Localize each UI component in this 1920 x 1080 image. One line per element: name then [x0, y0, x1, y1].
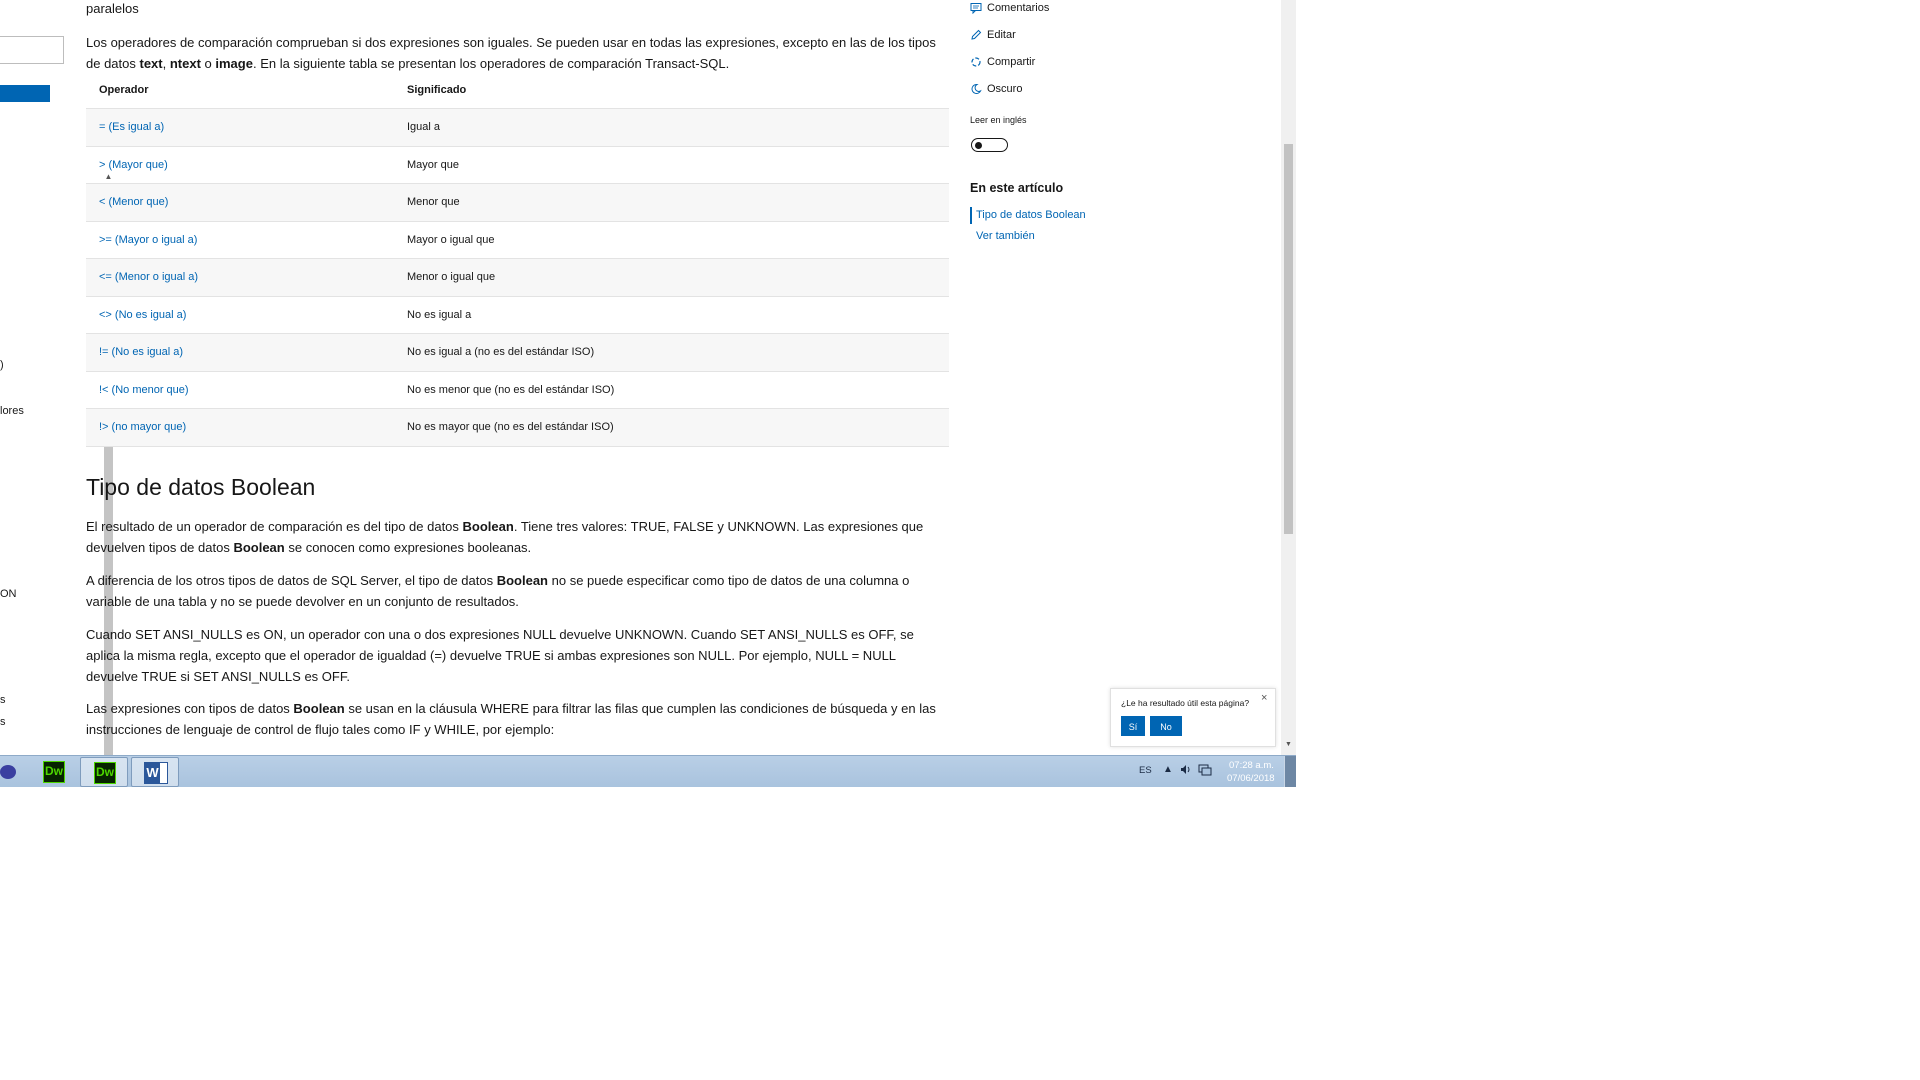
scroll-down-arrow-icon[interactable]: ▼ [1281, 741, 1296, 753]
left-nav: ▲ ▼ ) lores ON s s [0, 0, 113, 787]
comments-label: Comentarios [987, 2, 1050, 14]
toc-item-boolean[interactable]: Tipo de datos Boolean [976, 209, 1086, 221]
boolean-paragraph-1: El resultado de un operador de comparaci… [86, 519, 924, 555]
operator-meaning: Mayor que [394, 146, 949, 184]
feedback-no-button[interactable]: No [1150, 716, 1182, 736]
operator-link[interactable]: < (Menor que) [99, 196, 168, 208]
table-row: < (Menor que) Menor que [86, 183, 949, 222]
word-icon: W [144, 762, 168, 784]
dreamweaver-icon: Dw [43, 761, 65, 783]
nav-item-fragment[interactable]: ON [0, 588, 17, 600]
windows-taskbar: Dw Dw W ES ▲ 07:28 a.m. 07/06/2018 [0, 755, 1296, 787]
boolean-paragraph-4: Las expresiones con tipos de datos Boole… [86, 701, 936, 737]
nav-selected-item[interactable] [0, 85, 50, 102]
show-desktop-button[interactable] [1284, 756, 1296, 787]
operator-meaning: Menor que [394, 183, 949, 222]
taskbar-app-dreamweaver-active[interactable]: Dw [80, 757, 128, 787]
operator-link[interactable]: = (Es igual a) [99, 121, 164, 133]
network-icon[interactable] [1198, 764, 1212, 779]
section-heading: Tipo de datos Boolean [86, 474, 316, 500]
operator-link[interactable]: !< (No menor que) [99, 384, 189, 396]
paragraph-fragment: paralelos [86, 1, 139, 16]
nav-item-fragment[interactable]: ) [0, 359, 4, 371]
operator-link[interactable]: > (Mayor que) [99, 159, 168, 171]
nav-item-fragment[interactable]: lores [0, 405, 24, 417]
table-row: !< (No menor que) No es menor que (no es… [86, 371, 949, 409]
nav-item-fragment[interactable]: s [0, 694, 6, 706]
page-scrollbar-thumb[interactable] [1284, 144, 1293, 534]
edit-button[interactable]: Editar [970, 29, 1016, 41]
column-header: Significado [394, 72, 949, 109]
moon-icon [970, 83, 982, 95]
comment-icon [970, 2, 982, 15]
table-row: <= (Menor o igual a) Menor o igual que [86, 258, 949, 297]
taskbar-app-dreamweaver[interactable]: Dw [30, 757, 78, 787]
taskbar-app-word[interactable]: W [131, 757, 179, 787]
dreamweaver-icon: Dw [94, 762, 116, 784]
pencil-icon [970, 29, 982, 41]
comments-button[interactable]: Comentarios [970, 2, 1050, 15]
clock-time[interactable]: 07:28 a.m. [1229, 760, 1274, 771]
in-this-article-heading: En este artículo [970, 181, 1064, 195]
share-button[interactable]: Compartir [970, 56, 1035, 68]
read-in-english-label: Leer en inglés [970, 115, 1027, 125]
nav-item-fragment[interactable]: s [0, 716, 6, 728]
operator-meaning: No es igual a (no es del estándar ISO) [394, 333, 949, 372]
word-icon-letter: W [145, 763, 160, 783]
toc-active-indicator [970, 207, 972, 224]
app-icon[interactable] [0, 765, 16, 779]
operator-link[interactable]: <> (No es igual a) [99, 309, 186, 321]
read-in-english-toggle[interactable] [971, 138, 1008, 152]
toggle-knob [975, 141, 982, 149]
operator-meaning: No es menor que (no es del estándar ISO) [394, 371, 949, 409]
edit-label: Editar [987, 29, 1016, 41]
comparison-operators-table: Operador Significado = (Es igual a) Igua… [86, 72, 949, 447]
boolean-paragraph-2: A diferencia de los otros tipos de datos… [86, 573, 910, 609]
volume-icon[interactable] [1180, 764, 1192, 778]
table-row: !> (no mayor que) No es mayor que (no es… [86, 408, 949, 447]
column-header: Operador [86, 72, 394, 109]
table-row: = (Es igual a) Igual a [86, 108, 949, 147]
feedback-question: ¿Le ha resultado útil esta página? [1121, 698, 1250, 708]
language-indicator[interactable]: ES [1139, 765, 1152, 776]
dark-theme-button[interactable]: Oscuro [970, 83, 1022, 95]
table-row: >= (Mayor o igual a) Mayor o igual que [86, 221, 949, 259]
operator-link[interactable]: !> (no mayor que) [99, 421, 186, 433]
close-icon[interactable]: × [1261, 692, 1267, 704]
share-icon [970, 56, 982, 68]
operator-meaning: No es igual a [394, 296, 949, 334]
operator-link[interactable]: >= (Mayor o igual a) [99, 234, 197, 246]
dark-theme-label: Oscuro [987, 83, 1023, 95]
feedback-popup: ¿Le ha resultado útil esta página? × Sí … [1110, 688, 1276, 747]
table-row: <> (No es igual a) No es igual a [86, 296, 949, 334]
operator-link[interactable]: != (No es igual a) [99, 346, 183, 358]
show-hidden-icons-icon[interactable]: ▲ [1163, 764, 1173, 775]
table-row: > (Mayor que) Mayor que [86, 146, 949, 184]
operator-meaning: Menor o igual que [394, 258, 949, 297]
operator-meaning: Mayor o igual que [394, 221, 949, 259]
operator-link[interactable]: <= (Menor o igual a) [99, 271, 198, 283]
operator-meaning: No es mayor que (no es del estándar ISO) [394, 408, 949, 447]
browser-viewport: ▲ ▼ ) lores ON s s paralelos Los operado… [0, 0, 1296, 787]
table-header-row: Operador Significado [86, 72, 949, 109]
page-scrollbar[interactable]: ▼ [1281, 0, 1296, 755]
operator-meaning: Igual a [394, 108, 949, 147]
share-label: Compartir [987, 56, 1036, 68]
feedback-yes-button[interactable]: Sí [1121, 716, 1145, 736]
nav-scrollbar[interactable]: ▲ ▼ [51, 85, 113, 787]
toc-item-see-also[interactable]: Ver también [976, 230, 1035, 242]
nav-filter-input[interactable] [0, 36, 64, 64]
clock-date[interactable]: 07/06/2018 [1227, 773, 1275, 784]
boolean-paragraph-3: Cuando SET ANSI_NULLS es ON, un operador… [86, 627, 914, 684]
intro-paragraph: Los operadores de comparación comprueban… [86, 35, 936, 71]
table-row: != (No es igual a) No es igual a (no es … [86, 333, 949, 372]
